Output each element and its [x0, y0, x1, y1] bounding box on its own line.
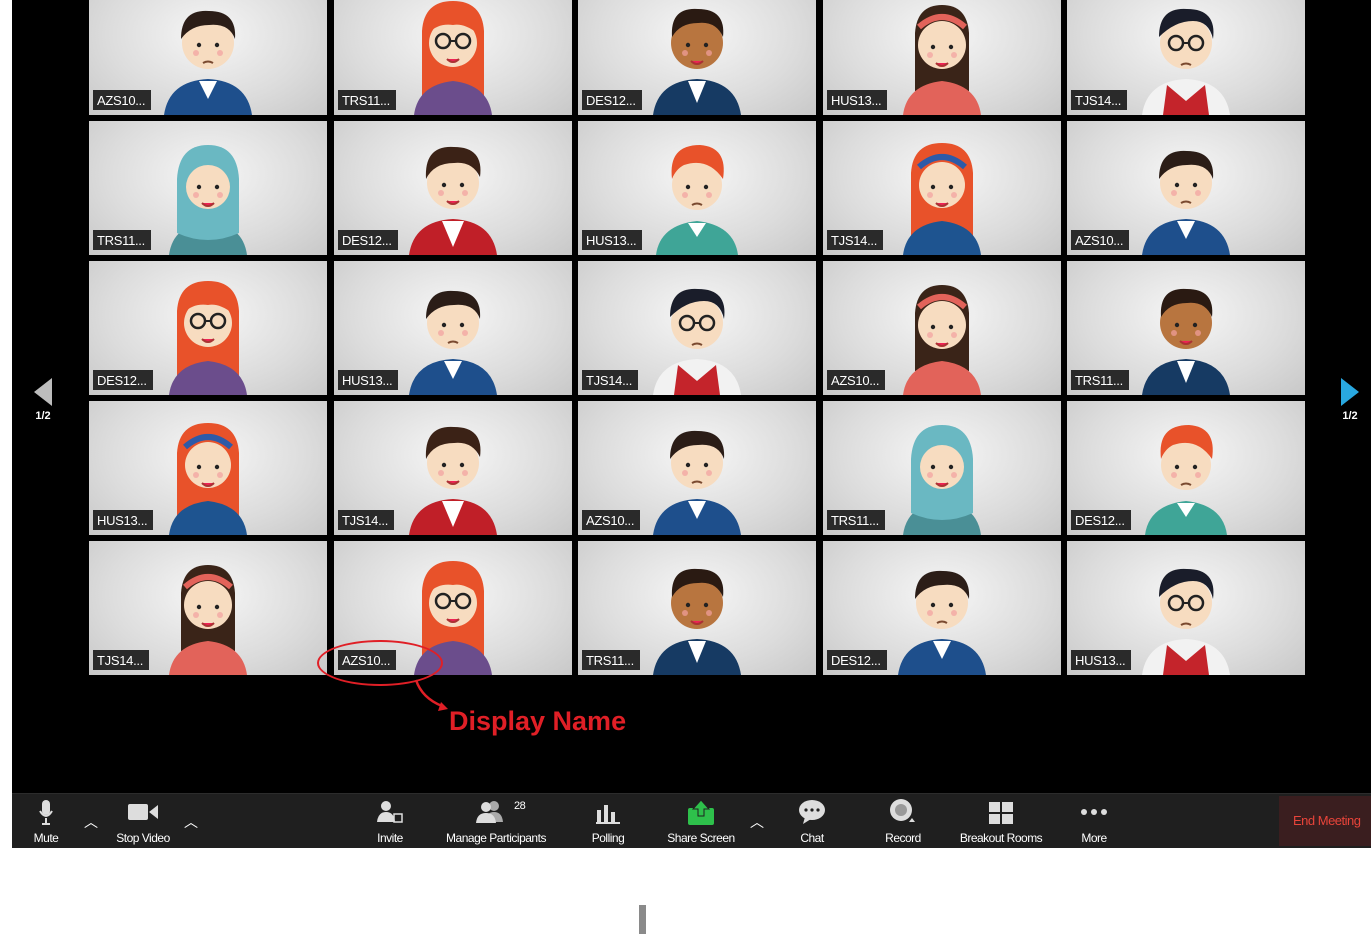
- mute-button[interactable]: Mute: [26, 794, 66, 848]
- chat-button[interactable]: Chat: [792, 794, 832, 848]
- participant-display-name: TJS14...: [93, 650, 150, 670]
- chat-bubble-icon: [799, 800, 825, 824]
- share-options-caret[interactable]: ︿: [750, 812, 764, 832]
- participant-tile[interactable]: DES12...: [578, 0, 816, 115]
- manage-participants-label: Manage Participants: [446, 831, 546, 845]
- participant-display-name: AZS10...: [582, 510, 641, 530]
- page-indicator-left: 1/2: [35, 410, 51, 422]
- participant-tile[interactable]: DES12...: [823, 541, 1061, 675]
- participant-display-name: TJS14...: [1071, 90, 1128, 110]
- participant-tile[interactable]: TRS11...: [1067, 261, 1305, 395]
- participant-display-name: TJS14...: [582, 370, 639, 390]
- page-indicator-right: 1/2: [1342, 410, 1358, 422]
- annotation-arrow: [414, 679, 448, 711]
- more-button[interactable]: More: [1074, 794, 1114, 848]
- polling-button[interactable]: Polling: [586, 794, 630, 848]
- participant-display-name: DES12...: [338, 230, 398, 250]
- participant-display-name: TRS11...: [1071, 370, 1129, 390]
- participant-display-name: HUS13...: [93, 510, 154, 530]
- invite-label: Invite: [377, 831, 403, 845]
- stop-video-label: Stop Video: [116, 831, 170, 845]
- video-grid-area: AZS10... TRS11... DES12... HUS13... TJS1…: [12, 0, 1371, 847]
- breakout-rooms-icon: [989, 802, 1013, 824]
- invite-person-icon: [377, 801, 403, 823]
- participant-tile[interactable]: HUS13...: [823, 0, 1061, 115]
- polling-label: Polling: [591, 831, 625, 845]
- participant-tile[interactable]: TJS14...: [823, 121, 1061, 255]
- record-button[interactable]: Record: [880, 794, 926, 848]
- prev-page-button[interactable]: 1/2: [30, 378, 56, 422]
- participant-tile[interactable]: HUS13...: [1067, 541, 1305, 675]
- record-icon: [890, 799, 915, 822]
- participant-display-name: TJS14...: [827, 230, 884, 250]
- participant-display-name: DES12...: [582, 90, 642, 110]
- participant-tile[interactable]: AZS10...: [578, 401, 816, 535]
- participant-display-name: DES12...: [93, 370, 153, 390]
- participant-tile[interactable]: TRS11...: [823, 401, 1061, 535]
- participant-count-badge: 28: [514, 800, 526, 812]
- next-page-button[interactable]: 1/2: [1337, 378, 1363, 422]
- participant-display-name: TJS14...: [338, 510, 395, 530]
- participant-display-name: HUS13...: [827, 90, 888, 110]
- participant-display-name: TRS11...: [338, 90, 396, 110]
- participant-display-name: HUS13...: [582, 230, 643, 250]
- polling-chart-icon: [596, 805, 620, 824]
- participant-display-name: AZS10...: [827, 370, 886, 390]
- participant-display-name: DES12...: [1071, 510, 1131, 530]
- page-divider-bar: [639, 905, 646, 934]
- participant-tile[interactable]: TJS14...: [578, 261, 816, 395]
- participant-tile[interactable]: TJS14...: [1067, 0, 1305, 115]
- meeting-toolbar: Mute ︿ Stop Video ︿ Invite 28 Manage Par…: [12, 793, 1371, 848]
- participant-tile[interactable]: TRS11...: [89, 121, 327, 255]
- participant-tile[interactable]: DES12...: [89, 261, 327, 395]
- video-options-caret[interactable]: ︿: [184, 812, 198, 832]
- arrow-right-icon: [1341, 378, 1359, 406]
- participant-tile[interactable]: DES12...: [1067, 401, 1305, 535]
- chat-label: Chat: [800, 831, 824, 845]
- participant-tile[interactable]: HUS13...: [578, 121, 816, 255]
- participant-tile[interactable]: TRS11...: [578, 541, 816, 675]
- stop-video-button[interactable]: Stop Video: [108, 794, 178, 848]
- participant-tile[interactable]: AZS10...: [823, 261, 1061, 395]
- participant-display-name: AZS10...: [93, 90, 152, 110]
- mute-label: Mute: [33, 831, 59, 845]
- participant-tile[interactable]: AZS10...: [89, 0, 327, 115]
- participant-display-name: HUS13...: [1071, 650, 1132, 670]
- participant-display-name: TRS11...: [93, 230, 151, 250]
- share-screen-button[interactable]: Share Screen: [660, 794, 742, 848]
- breakout-rooms-label: Breakout Rooms: [959, 831, 1043, 845]
- participant-tile[interactable]: HUS13...: [334, 261, 572, 395]
- more-dots-icon: [1081, 809, 1107, 815]
- participant-tile[interactable]: TJS14...: [89, 541, 327, 675]
- participant-display-name: TRS11...: [582, 650, 640, 670]
- participants-icon: [476, 801, 503, 823]
- participant-tile[interactable]: TRS11...: [334, 0, 572, 115]
- participant-tile[interactable]: TJS14...: [334, 401, 572, 535]
- share-screen-icon: [688, 799, 714, 825]
- participant-display-name: HUS13...: [338, 370, 399, 390]
- video-camera-icon: [128, 804, 158, 820]
- participant-tile[interactable]: HUS13...: [89, 401, 327, 535]
- participant-display-name: TRS11...: [827, 510, 885, 530]
- participant-display-name: DES12...: [827, 650, 887, 670]
- manage-participants-button[interactable]: 28 Manage Participants: [434, 794, 558, 848]
- end-meeting-button[interactable]: End Meeting: [1279, 796, 1371, 846]
- breakout-rooms-button[interactable]: Breakout Rooms: [952, 794, 1050, 848]
- participant-tile[interactable]: DES12...: [334, 121, 572, 255]
- participant-tile[interactable]: AZS10...: [1067, 121, 1305, 255]
- participant-display-name: AZS10...: [1071, 230, 1130, 250]
- microphone-icon: [39, 800, 53, 825]
- record-label: Record: [885, 831, 921, 845]
- audio-options-caret[interactable]: ︿: [84, 812, 98, 832]
- arrow-left-icon: [34, 378, 52, 406]
- share-screen-label: Share Screen: [667, 831, 735, 845]
- annotation-label: Display Name: [449, 706, 627, 736]
- more-label: More: [1081, 831, 1107, 845]
- invite-button[interactable]: Invite: [370, 794, 410, 848]
